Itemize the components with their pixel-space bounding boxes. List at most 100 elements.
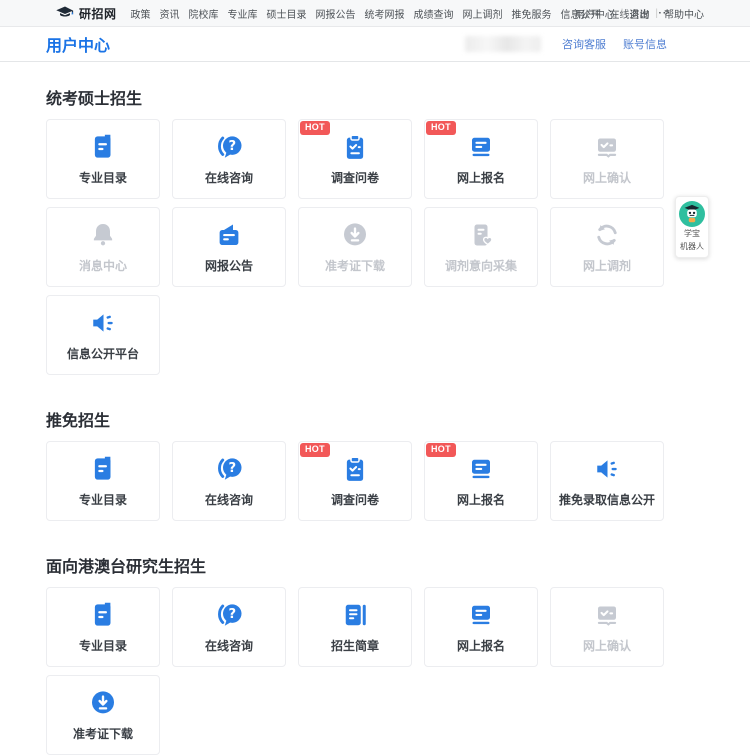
- service-card-label: 网上确认: [583, 169, 631, 186]
- contact-support-link[interactable]: 咨询客服: [562, 36, 606, 52]
- page-title: 用户中心: [46, 32, 110, 56]
- service-card-label: 专业目录: [79, 637, 127, 654]
- laptop-icon: [466, 454, 496, 484]
- top-link[interactable]: 退出: [629, 6, 649, 21]
- service-card-label: 调查问卷: [331, 491, 379, 508]
- download-icon: [340, 220, 370, 250]
- nav-item[interactable]: 专业库: [228, 6, 258, 21]
- nav-item[interactable]: 网上调剂: [463, 6, 503, 21]
- hot-badge: HOT: [300, 443, 330, 457]
- service-card[interactable]: ? 在线咨询: [172, 119, 286, 199]
- service-card[interactable]: 招生简章: [298, 587, 412, 667]
- service-card-label: 专业目录: [79, 491, 127, 508]
- section-title: 推免招生: [46, 407, 704, 431]
- bell-icon: [88, 220, 118, 250]
- service-card: 调剂意向采集: [424, 207, 538, 287]
- service-card-label: 网上报名: [457, 169, 505, 186]
- service-card[interactable]: 信息公开平台: [46, 295, 160, 375]
- robot-name-line: 机器人: [678, 242, 706, 253]
- service-card-label: 信息公开平台: [67, 345, 139, 362]
- service-card-label: 调剂意向采集: [445, 257, 517, 274]
- service-card-label: 准考证下载: [325, 257, 385, 274]
- svg-text:?: ?: [228, 607, 236, 622]
- hot-badge: HOT: [426, 121, 456, 135]
- service-card-label: 在线咨询: [205, 637, 253, 654]
- announcement-icon: [214, 220, 244, 250]
- main-nav: 政策资讯院校库专业库硕士目录网报公告统考网报成绩查询网上调剂推免服务信息公开在线…: [131, 6, 575, 21]
- download-icon: [88, 688, 118, 718]
- site-logo-text: 研招网: [79, 5, 117, 22]
- page-header-actions: 咨询客服 账号信息: [465, 36, 667, 52]
- service-card[interactable]: 准考证下载: [46, 675, 160, 755]
- refresh-icon: [592, 220, 622, 250]
- service-card[interactable]: 专业目录: [46, 441, 160, 521]
- book-icon: [88, 454, 118, 484]
- service-card: 网上调剂: [550, 207, 664, 287]
- service-card: 网上确认: [550, 587, 664, 667]
- service-card: 准考证下载: [298, 207, 412, 287]
- svg-text:?: ?: [228, 139, 236, 154]
- service-section: 推免招生专业目录? 在线咨询 HOT 调查问卷 HOT网上报名推免录取信息公开: [46, 407, 704, 521]
- service-card-label: 网上报名: [457, 637, 505, 654]
- clipboard-check-icon: [340, 132, 370, 162]
- service-card[interactable]: 专业目录: [46, 119, 160, 199]
- account-info-link[interactable]: 账号信息: [623, 36, 667, 52]
- card-grid: 专业目录? 在线咨询 招生简章 网上报名 网上确认准考证下载: [46, 587, 666, 755]
- speaker-icon: [592, 454, 622, 484]
- service-card-label: 网报公告: [205, 257, 253, 274]
- service-card-label: 网上报名: [457, 491, 505, 508]
- book-icon: [88, 132, 118, 162]
- laptop-icon: [466, 132, 496, 162]
- separator: |: [621, 8, 624, 19]
- service-card[interactable]: HOT 调查问卷: [298, 119, 412, 199]
- confirm-check-icon: [592, 600, 622, 630]
- service-card[interactable]: HOT网上报名: [424, 441, 538, 521]
- service-card-label: 网上确认: [583, 637, 631, 654]
- nav-item[interactable]: 政策: [131, 6, 151, 21]
- service-card[interactable]: 网报公告: [172, 207, 286, 287]
- nav-item[interactable]: 成绩查询: [414, 6, 454, 21]
- top-navigation-bar: 研招网 政策资讯院校库专业库硕士目录网报公告统考网报成绩查询网上调剂推免服务信息…: [0, 0, 750, 27]
- nav-item[interactable]: 统考网报: [365, 6, 405, 21]
- service-card: 网上确认: [550, 119, 664, 199]
- graduation-cap-icon: [55, 5, 75, 21]
- service-card-label: 推免录取信息公开: [559, 491, 655, 508]
- card-grid: 专业目录? 在线咨询 HOT 调查问卷 HOT 网上报名 网上确认消息中心 网报公告 准考证下载…: [46, 119, 666, 375]
- hot-badge: HOT: [300, 121, 330, 135]
- service-card-label: 在线咨询: [205, 491, 253, 508]
- chat-question-icon: ?: [214, 454, 244, 484]
- masked-username: [465, 36, 541, 52]
- section-title: 统考硕士招生: [46, 85, 704, 109]
- document-icon: [340, 600, 370, 630]
- card-grid: 专业目录? 在线咨询 HOT 调查问卷 HOT网上报名推免录取信息公开: [46, 441, 666, 521]
- service-card[interactable]: ? 在线咨询: [172, 441, 286, 521]
- service-card-label: 招生简章: [331, 637, 379, 654]
- service-card: 消息中心: [46, 207, 160, 287]
- site-logo[interactable]: 研招网: [55, 5, 117, 22]
- service-card-label: 网上调剂: [583, 257, 631, 274]
- top-link[interactable]: 帮助中心: [664, 6, 704, 21]
- service-card[interactable]: 网上报名: [424, 587, 538, 667]
- nav-item[interactable]: 推免服务: [512, 6, 552, 21]
- robot-avatar-icon: [678, 201, 706, 227]
- laptop-icon: [466, 600, 496, 630]
- nav-item[interactable]: 网报公告: [316, 6, 356, 21]
- top-link[interactable]: 用户中心: [575, 6, 615, 21]
- topbar-user-links: 用户中心|退出|帮助中心: [575, 6, 704, 21]
- service-card[interactable]: HOT 调查问卷: [298, 441, 412, 521]
- nav-item[interactable]: 院校库: [189, 6, 219, 21]
- service-card[interactable]: ? 在线咨询: [172, 587, 286, 667]
- service-card-label: 调查问卷: [331, 169, 379, 186]
- nav-item[interactable]: 硕士目录: [267, 6, 307, 21]
- service-card[interactable]: HOT 网上报名: [424, 119, 538, 199]
- service-section: 统考硕士招生专业目录? 在线咨询 HOT 调查问卷 HOT 网上报名 网上确认消息中心 网报公…: [46, 85, 704, 375]
- assistant-robot-widget[interactable]: 学宝 机器人: [675, 196, 709, 258]
- service-card-label: 在线咨询: [205, 169, 253, 186]
- page-header: 用户中心 咨询客服 账号信息: [0, 27, 750, 62]
- nav-item[interactable]: 资讯: [160, 6, 180, 21]
- service-card[interactable]: 专业目录: [46, 587, 160, 667]
- service-card-label: 消息中心: [79, 257, 127, 274]
- service-card[interactable]: 推免录取信息公开: [550, 441, 664, 521]
- speaker-icon: [88, 308, 118, 338]
- service-section: 面向港澳台研究生招生专业目录?在线咨询招生简章网上报名网上确认准考证下载: [46, 553, 704, 755]
